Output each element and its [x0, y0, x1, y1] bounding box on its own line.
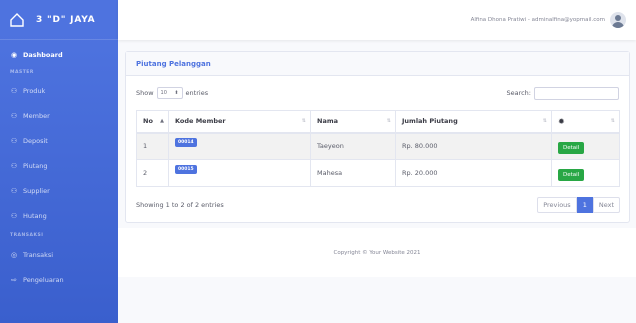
sidebar-item-label: Member — [23, 111, 50, 120]
table-footer: Showing 1 to 2 of 2 entries Previous 1 N… — [136, 197, 620, 213]
brand[interactable]: 3 "D" JAYA — [0, 0, 118, 40]
cell-jumlah: Rp. 20.000 — [395, 159, 552, 187]
users-icon: ⚇ — [10, 186, 18, 195]
column-header-action[interactable]: ✹ ⇅ — [551, 110, 620, 134]
previous-button[interactable]: Previous — [537, 197, 577, 213]
cell-no: 1 — [136, 132, 169, 160]
sidebar-item-piutang[interactable]: ⚇ Piutang — [0, 153, 118, 178]
page-1-button[interactable]: 1 — [576, 197, 593, 213]
detail-button[interactable]: Detail — [558, 142, 585, 155]
brand-title: 3 "D" JAYA — [36, 14, 96, 25]
sidebar-item-supplier[interactable]: ⚇ Supplier — [0, 178, 118, 203]
avatar[interactable] — [610, 12, 626, 28]
member-code-badge: 00015 — [175, 165, 197, 174]
sort-icon: ⇅ — [386, 118, 391, 124]
sidebar-item-member[interactable]: ⚇ Member — [0, 103, 118, 128]
piutang-table: No ▲ Kode Member ⇅ Nama ⇅ Jumlah Piutang… — [136, 110, 620, 187]
column-header-no[interactable]: No ▲ — [136, 110, 169, 134]
cell-action: Detail — [551, 132, 620, 160]
sort-icon: ▲ — [160, 118, 164, 124]
arrow-icon: ⇨ — [11, 275, 17, 284]
copyright-text: Copyright © Your Website 2021 — [333, 249, 421, 256]
users-icon: ⚇ — [10, 111, 18, 120]
next-button[interactable]: Next — [592, 197, 620, 213]
sidebar-item-deposit[interactable]: ⚇ Deposit — [0, 128, 118, 153]
users-icon: ⚇ — [10, 136, 18, 145]
table-controls: Show 10 ⬍ entries Search: — [126, 80, 629, 106]
search-label: Search: — [506, 89, 531, 97]
users-icon: ⚇ — [10, 161, 18, 170]
sidebar-item-label: Dashboard — [23, 51, 63, 59]
cart-icon: ◎ — [10, 250, 18, 259]
sidebar-item-label: Transaksi — [23, 250, 54, 259]
cell-nama: Mahesa — [310, 159, 396, 187]
card-header: Piutang Pelanggan — [126, 52, 629, 76]
sidebar-heading-transaksi: TRANSAKSI — [10, 232, 44, 238]
sidebar-item-pengeluaran[interactable]: ⇨ Pengeluaran — [0, 267, 118, 292]
sort-icon: ⇅ — [610, 118, 615, 124]
sidebar-item-label: Deposit — [23, 136, 48, 145]
user-name[interactable]: Alfina Dhona Pratiwi - adminalfina@yopma… — [471, 17, 605, 23]
card-title: Piutang Pelanggan — [136, 59, 211, 68]
detail-button[interactable]: Detail — [558, 169, 585, 181]
home-icon — [10, 12, 24, 27]
column-header-kode-member[interactable]: Kode Member ⇅ — [168, 110, 311, 134]
tachometer-icon: ◉ — [10, 51, 18, 59]
pagination: Previous 1 Next — [537, 197, 620, 213]
member-code-badge: 00014 — [175, 138, 197, 148]
users-icon: ⚇ — [10, 211, 18, 220]
search-input[interactable] — [534, 86, 619, 100]
table-row: 1 00014 Taeyeon Rp. 80.000 Detail — [136, 132, 620, 160]
sidebar: 3 "D" JAYA ◉ Dashboard MASTER ⚇ Produk ⚇… — [0, 0, 118, 323]
show-label: Show — [136, 89, 154, 97]
entries-select[interactable]: 10 ⬍ — [156, 87, 183, 99]
cell-nama: Taeyeon — [310, 132, 396, 160]
table-row: 2 00015 Mahesa Rp. 20.000 Detail — [136, 159, 620, 187]
sort-icon: ⇅ — [542, 118, 547, 124]
search-control: Search: — [506, 86, 619, 100]
topbar: Alfina Dhona Pratiwi - adminalfina@yopma… — [118, 0, 636, 40]
entries-control: Show 10 ⬍ entries — [136, 87, 208, 99]
piutang-card: Piutang Pelanggan Show 10 ⬍ entries Sear… — [125, 51, 630, 223]
entries-label: entries — [185, 89, 209, 97]
sidebar-item-dashboard[interactable]: ◉ Dashboard — [0, 44, 118, 66]
sidebar-heading-master: MASTER — [10, 69, 34, 75]
table-info: Showing 1 to 2 of 2 entries — [136, 201, 224, 209]
sidebar-item-label: Pengeluaran — [23, 275, 64, 284]
sidebar-item-transaksi[interactable]: ◎ Transaksi — [0, 242, 118, 267]
cell-action: Detail — [551, 159, 620, 187]
cell-jumlah: Rp. 80.000 — [395, 132, 552, 160]
sidebar-item-label: Piutang — [23, 161, 48, 170]
footer: Copyright © Your Website 2021 — [118, 228, 636, 277]
sidebar-item-label: Hutang — [23, 211, 47, 220]
column-header-nama[interactable]: Nama ⇅ — [310, 110, 396, 134]
users-icon: ⚇ — [10, 86, 18, 95]
cell-kode-member: 00014 — [168, 132, 311, 160]
sidebar-item-produk[interactable]: ⚇ Produk — [0, 78, 118, 103]
sidebar-item-label: Supplier — [23, 186, 50, 195]
select-arrows-icon: ⬍ — [174, 90, 179, 96]
sidebar-item-hutang[interactable]: ⚇ Hutang — [0, 203, 118, 228]
sort-icon: ⇅ — [301, 118, 306, 124]
column-header-jumlah-piutang[interactable]: Jumlah Piutang ⇅ — [395, 110, 552, 134]
cell-kode-member: 00015 — [168, 159, 311, 187]
entries-value: 10 — [160, 90, 167, 96]
cell-no: 2 — [136, 159, 169, 187]
gear-icon: ✹ — [558, 116, 565, 126]
sidebar-item-label: Produk — [23, 86, 46, 95]
table-header-row: No ▲ Kode Member ⇅ Nama ⇅ Jumlah Piutang… — [136, 110, 620, 134]
